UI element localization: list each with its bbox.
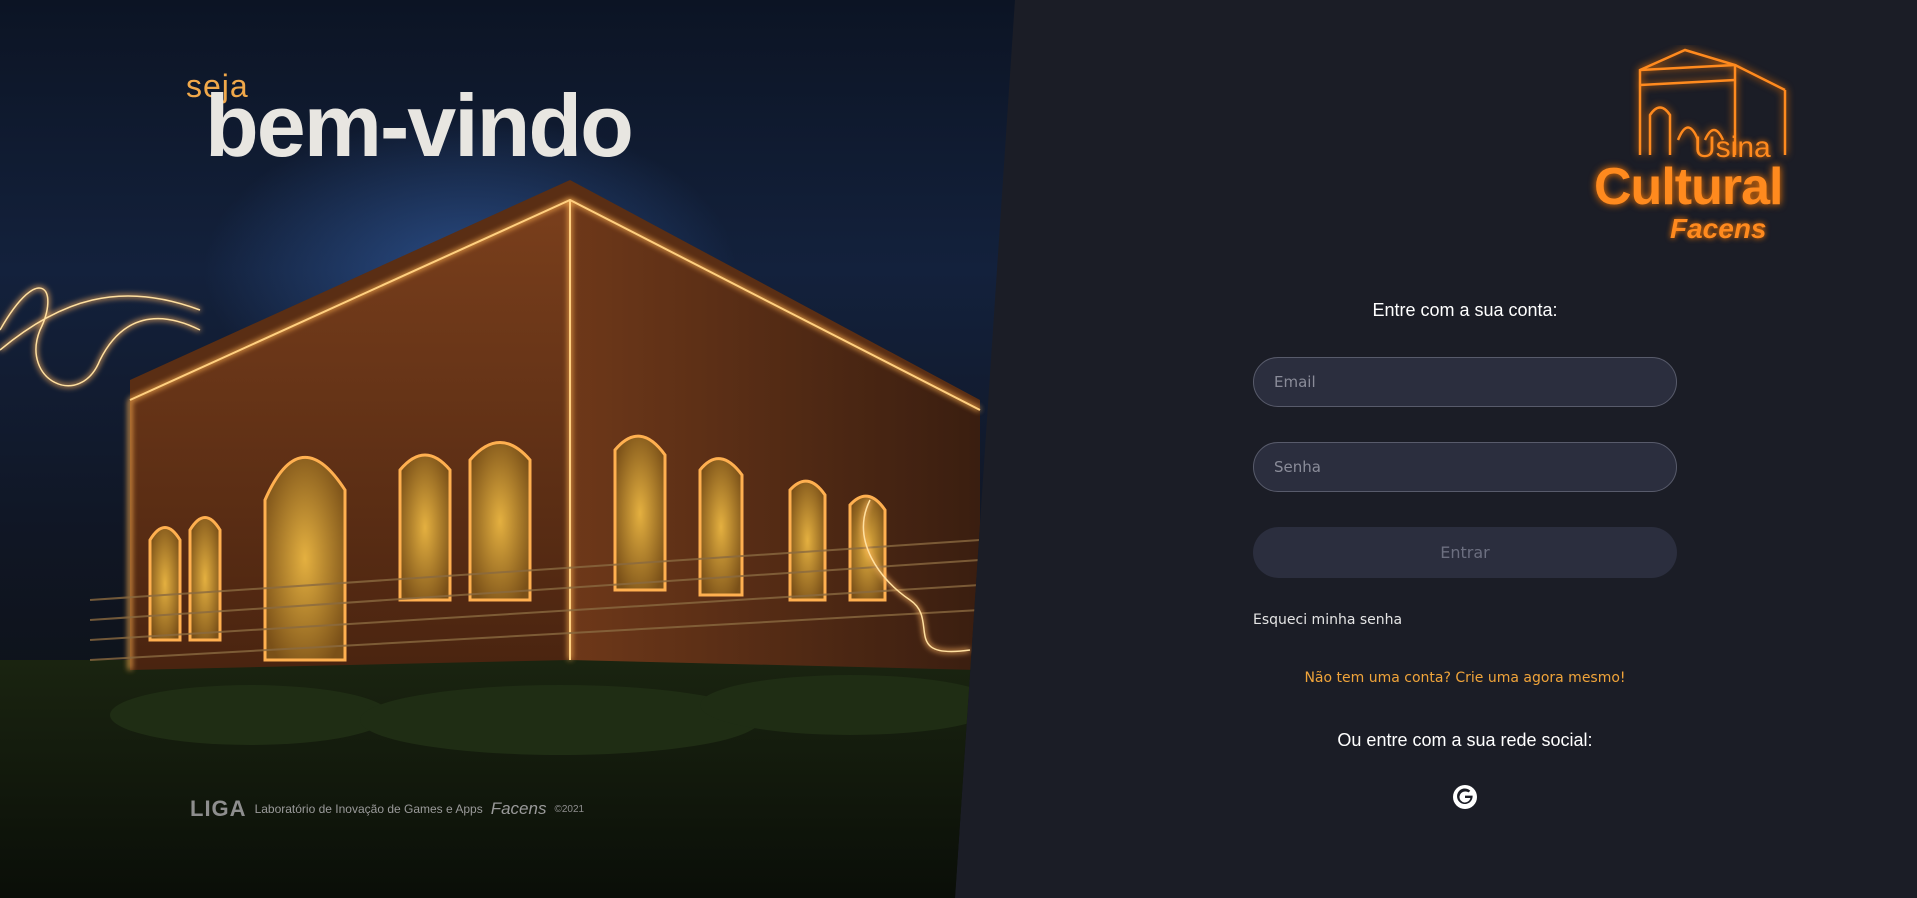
logo-line-3: Facens [1670, 213, 1767, 244]
liga-logo: LIGA [190, 796, 247, 821]
forgot-password-link[interactable]: Esqueci minha senha [1253, 612, 1402, 628]
footer-credit: LIGA Laboratório de Inovação de Games e … [190, 796, 584, 822]
usina-cultural-logo: Usina Cultural Facens [1590, 45, 1810, 255]
signup-link[interactable]: Não tem uma conta? Crie uma agora mesmo! [1253, 670, 1677, 686]
credit-year: ©2021 [554, 803, 585, 815]
facens-wordmark: Facens [490, 799, 547, 818]
password-field[interactable] [1253, 442, 1677, 492]
login-title: Entre com a sua conta: [1372, 300, 1558, 320]
social-login-title: Ou entre com a sua rede social: [1337, 730, 1593, 750]
email-field[interactable] [1253, 357, 1677, 407]
login-button[interactable]: Entrar [1253, 527, 1677, 578]
greeting-large: bem-vindo [205, 76, 634, 175]
hero-panel: seja bem-vindo LIGA Laboratório de Inova… [0, 0, 1015, 898]
google-icon[interactable] [1452, 784, 1478, 810]
credit-text: Laboratório de Inovação de Games e Apps [254, 802, 483, 816]
logo-line-2: Cultural [1594, 158, 1783, 216]
